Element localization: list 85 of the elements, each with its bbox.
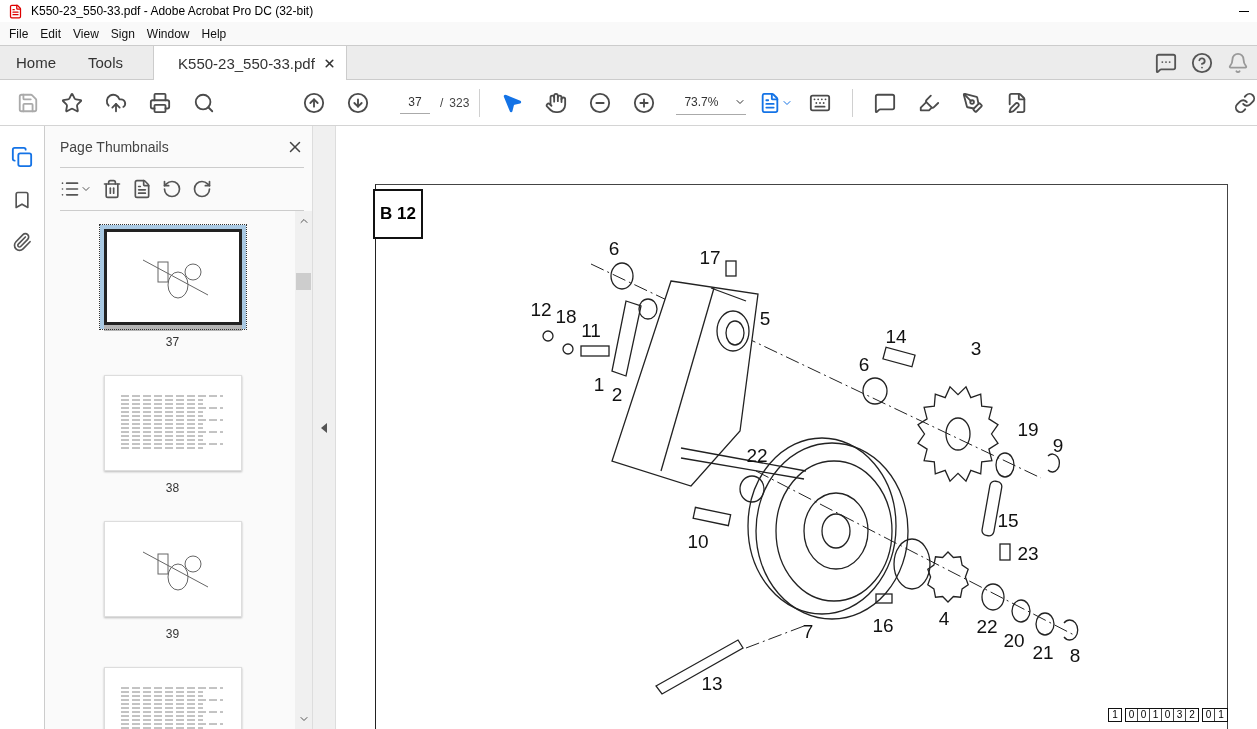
part-number: 3	[970, 338, 982, 360]
help-icon[interactable]	[1191, 51, 1213, 74]
code-digit: 0	[1138, 709, 1150, 721]
paperclip-icon	[12, 232, 32, 252]
part-number: 5	[759, 308, 771, 330]
section-label: B 12	[373, 189, 423, 239]
part-number: 7	[802, 621, 814, 643]
part-number: 9	[1052, 435, 1064, 457]
code-digit: 1	[1111, 709, 1119, 721]
part-number: 23	[1017, 543, 1039, 565]
code-digit: 1	[1150, 709, 1162, 721]
page-number-field[interactable]: 37	[400, 91, 430, 114]
arrow-up-icon[interactable]	[303, 91, 325, 114]
side-rail-button[interactable]	[12, 190, 32, 210]
part-number: 13	[701, 673, 723, 695]
part-number: 21	[1032, 642, 1054, 664]
part-number: 19	[1017, 419, 1039, 441]
zoom-in-icon[interactable]	[633, 91, 656, 114]
side-rail-button[interactable]	[12, 232, 32, 252]
link-icon[interactable]	[1234, 91, 1256, 114]
part-number: 15	[997, 510, 1019, 532]
part-number: 12	[530, 299, 552, 321]
scroll-thumb[interactable]	[296, 273, 311, 290]
code-digit: 1	[1217, 709, 1225, 721]
page-thumbnail[interactable]	[99, 225, 246, 329]
options-menu-icon[interactable]	[60, 179, 80, 199]
part-number: 8	[1069, 645, 1081, 667]
cloud-upload-icon[interactable]	[105, 91, 127, 114]
part-number: 17	[699, 247, 721, 269]
collapse-arrow-icon[interactable]	[321, 422, 327, 433]
part-number: 20	[1003, 630, 1025, 652]
pdf-file-icon	[8, 3, 23, 19]
code-digit: 0	[1162, 709, 1174, 721]
part-number: 6	[608, 238, 620, 260]
window-title: K550-23_550-33.pdf - Adobe Acrobat Pro DC (32-bit)	[31, 4, 314, 18]
search-icon[interactable]	[193, 91, 215, 114]
part-number: 1	[593, 374, 605, 396]
arrow-down-icon[interactable]	[347, 91, 369, 114]
rotate-right-icon[interactable]	[192, 179, 212, 199]
part-number: 11	[581, 320, 601, 342]
minimize-icon[interactable]	[1239, 10, 1249, 12]
tab[interactable]: Tools	[72, 46, 140, 79]
part-number: 22	[976, 616, 998, 638]
part-number: 4	[938, 608, 950, 630]
pages-icon	[11, 146, 33, 168]
menu-item[interactable]: Help	[195, 26, 233, 41]
menu-item[interactable]: Window	[140, 26, 196, 41]
part-number: 22	[746, 445, 768, 467]
chat-icon[interactable]	[1155, 51, 1177, 74]
page-total: 323	[449, 95, 470, 110]
bookmark-icon	[12, 190, 32, 210]
comment-icon[interactable]	[874, 91, 897, 114]
menu-item[interactable]: Sign	[104, 26, 141, 41]
zoom-out-icon[interactable]	[589, 91, 612, 114]
code-digit: 0	[1126, 709, 1138, 721]
insert-page-icon[interactable]	[132, 179, 152, 199]
part-number: 6	[858, 354, 870, 376]
code-digit: 0	[1203, 709, 1215, 721]
part-number: 2	[611, 384, 623, 406]
tab[interactable]: K550-23_550-33.pdf	[153, 46, 347, 80]
tab[interactable]: Home	[0, 46, 72, 79]
page-number-label: 38	[165, 481, 180, 495]
page-number-label: 39	[165, 627, 180, 641]
menu-item[interactable]: Edit	[34, 26, 68, 41]
print-icon[interactable]	[149, 91, 171, 114]
page-number-label: 37	[165, 335, 180, 349]
zoom-dropdown[interactable]: 73.7%	[676, 90, 747, 115]
hand-icon[interactable]	[545, 91, 568, 114]
part-number: 16	[872, 615, 894, 637]
star-icon[interactable]	[61, 91, 83, 114]
code-digit: 3	[1174, 709, 1186, 721]
pen-icon[interactable]	[962, 91, 985, 114]
trash-icon[interactable]	[102, 179, 122, 199]
code-digit: 2	[1188, 709, 1196, 721]
side-rail-button[interactable]	[11, 146, 33, 168]
part-number: 10	[687, 531, 709, 553]
close-icon[interactable]	[322, 56, 336, 70]
panel-title: Page Thumbnails	[60, 138, 169, 155]
page-separator: /	[440, 95, 444, 110]
menu-item[interactable]: View	[67, 26, 105, 41]
scrollbar[interactable]	[295, 211, 312, 729]
rotate-left-icon[interactable]	[162, 179, 182, 199]
menu-item[interactable]: File	[3, 26, 35, 41]
part-number: 18	[555, 306, 577, 328]
part-number: 14	[885, 326, 907, 348]
